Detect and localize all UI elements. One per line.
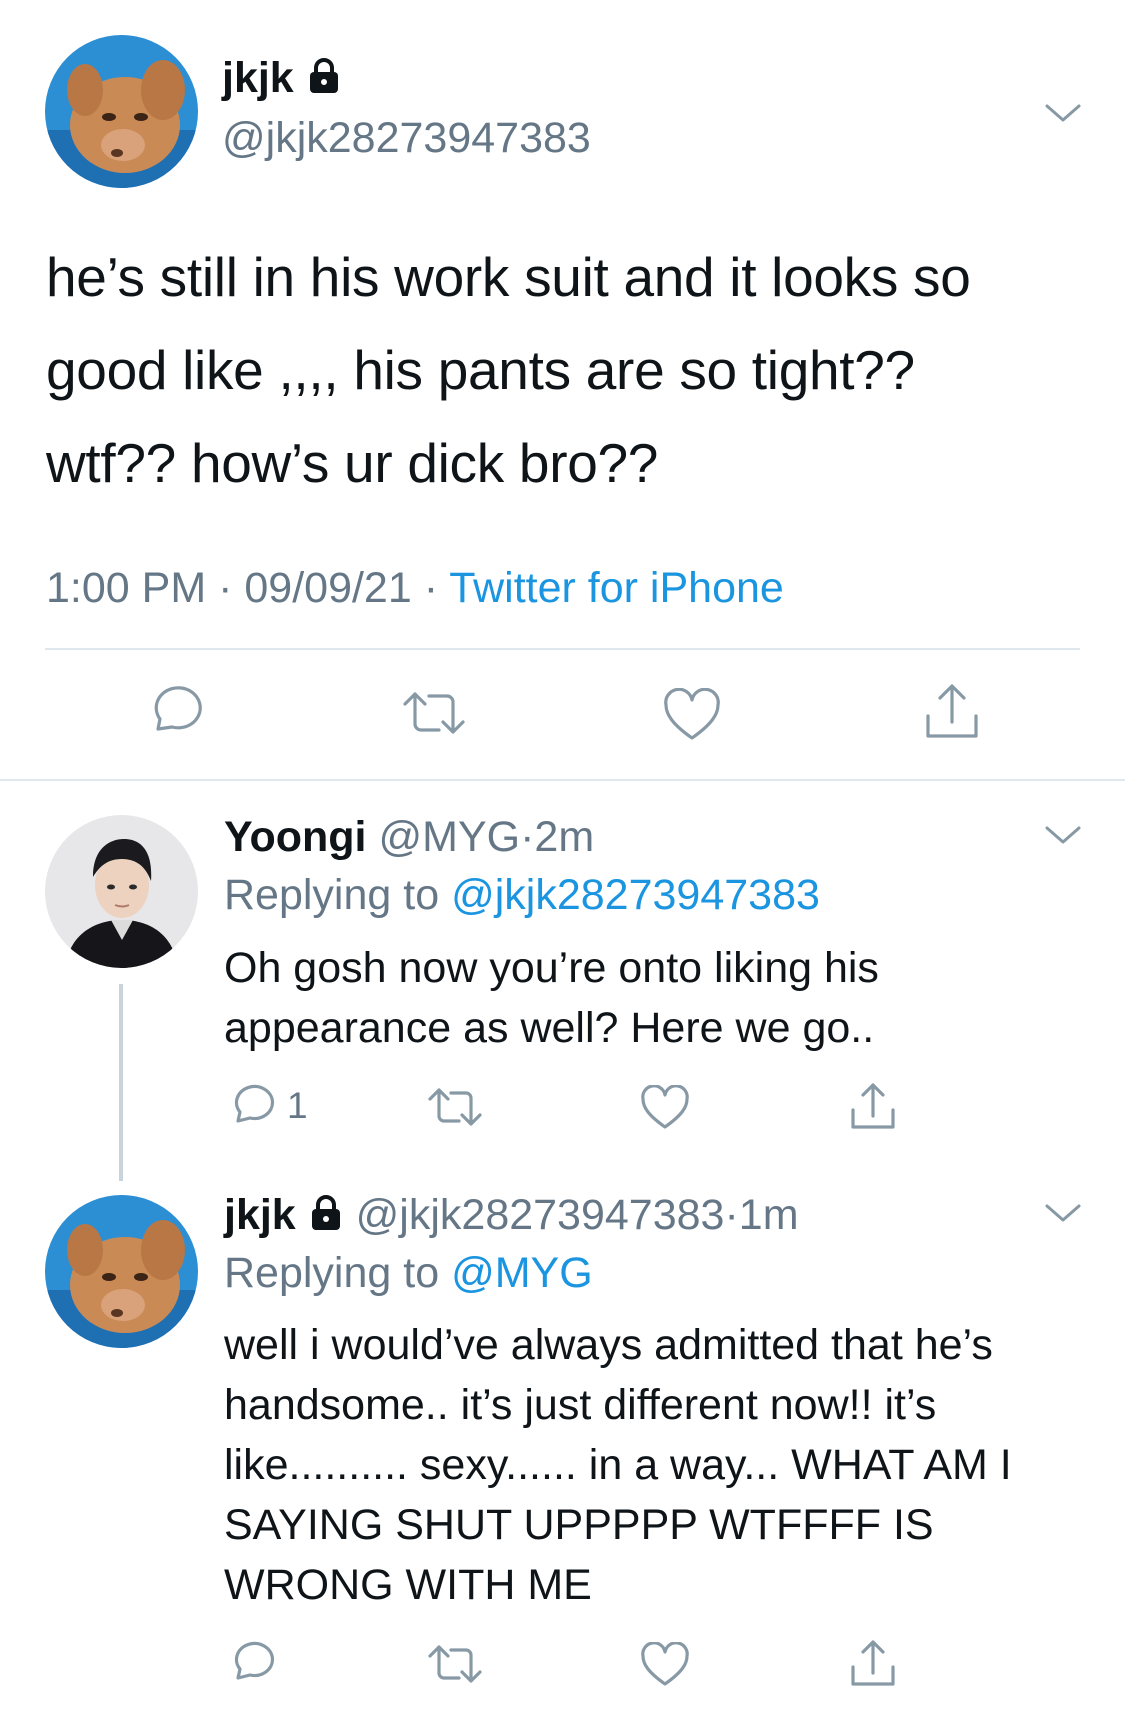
- replying-to-handle[interactable]: @jkjk28273947383: [451, 871, 820, 919]
- tweet-text-line: good like ,,,, his pants are so tight??: [46, 339, 915, 401]
- divider: [45, 648, 1080, 650]
- tweet-age: 2m: [534, 813, 595, 861]
- reply-button[interactable]: [144, 685, 204, 741]
- tweet-age: 1m: [738, 1191, 799, 1239]
- share-icon: [926, 684, 978, 738]
- meta-separator: ·: [218, 564, 233, 612]
- tweet-text-line: appearance as well? Here we go..: [224, 1004, 875, 1052]
- meta-separator: ·: [423, 564, 439, 612]
- more-options-button[interactable]: [1043, 1198, 1083, 1228]
- tweet-text-line: Oh gosh now you’re onto liking his: [224, 944, 879, 992]
- tweet-text-line: SAYING SHUT UPPPPP WTFFFF IS: [224, 1501, 934, 1549]
- thread-line: [119, 984, 123, 1181]
- tweet-text-line: well i would’ve always admitted that he’…: [224, 1321, 993, 1369]
- retweet-icon: [403, 692, 465, 734]
- like-button[interactable]: [639, 1641, 691, 1688]
- avatar[interactable]: [45, 815, 198, 968]
- tweet-text-line: like.......... sexy...... in a way... WH…: [224, 1441, 1012, 1489]
- reply-icon: [234, 1084, 275, 1123]
- chevron-down-icon: [1045, 1204, 1081, 1222]
- avatar[interactable]: [45, 1195, 198, 1348]
- tweet-text-line: he’s still in his work suit and it looks…: [46, 246, 971, 308]
- tweet-text: Oh gosh now you’re onto liking his appea…: [224, 938, 1104, 1058]
- share-icon: [851, 1083, 895, 1129]
- meta-separator: ·: [520, 813, 535, 861]
- tweet-source-link[interactable]: Twitter for iPhone: [449, 564, 784, 612]
- tweet-text-line: WRONG WITH ME: [224, 1561, 592, 1609]
- reply-button[interactable]: [227, 1640, 277, 1686]
- display-name[interactable]: jkjk: [222, 54, 294, 102]
- heart-icon: [641, 1641, 689, 1686]
- replying-to-handle[interactable]: @MYG: [451, 1249, 593, 1297]
- reply-icon: [154, 686, 202, 731]
- share-icon: [851, 1640, 895, 1686]
- lock-icon: [306, 55, 342, 107]
- share-button[interactable]: [922, 680, 982, 742]
- handle[interactable]: @jkjk28273947383: [356, 1191, 725, 1239]
- handle[interactable]: @jkjk28273947383: [222, 112, 591, 164]
- chevron-down-icon: [1045, 826, 1081, 844]
- section-divider: [0, 779, 1125, 781]
- share-button[interactable]: [848, 1637, 898, 1689]
- retweet-icon: [428, 1645, 482, 1683]
- replying-to-label: Replying to: [224, 1249, 452, 1297]
- reply-button[interactable]: 1: [227, 1083, 317, 1129]
- replying-to-label: Replying to: [224, 871, 452, 919]
- reply-header: Yoongi @MYG·2m: [224, 811, 594, 863]
- more-options-button[interactable]: [1043, 98, 1083, 128]
- retweet-button[interactable]: [425, 1085, 485, 1129]
- replying-to: Replying to @jkjk28273947383: [224, 869, 820, 921]
- replying-to: Replying to @MYG: [224, 1247, 593, 1299]
- chevron-down-icon: [1045, 104, 1081, 122]
- like-button[interactable]: [639, 1084, 691, 1131]
- display-name[interactable]: Yoongi: [224, 813, 367, 861]
- display-name[interactable]: jkjk: [224, 1191, 296, 1239]
- reply-icon: [234, 1641, 275, 1680]
- heart-icon: [664, 687, 720, 740]
- avatar[interactable]: [45, 35, 198, 188]
- retweet-icon: [428, 1088, 482, 1126]
- meta-separator: ·: [724, 1191, 739, 1239]
- retweet-button[interactable]: [425, 1642, 485, 1686]
- reply-header: jkjk @jkjk28273947383·1m: [224, 1189, 799, 1244]
- tweet-date: 09/09/21: [244, 564, 412, 612]
- tweet-time: 1:00 PM: [46, 564, 207, 612]
- heart-icon: [641, 1084, 689, 1129]
- reply-count: 1: [287, 1085, 308, 1126]
- handle[interactable]: @MYG: [378, 813, 520, 861]
- retweet-button[interactable]: [399, 688, 469, 738]
- lock-icon: [308, 1192, 344, 1244]
- more-options-button[interactable]: [1043, 820, 1083, 850]
- tweet-meta: 1:00 PM · 09/09/21 · Twitter for iPhone: [46, 562, 784, 614]
- tweet-text-line: wtf?? how’s ur dick bro??: [46, 432, 659, 494]
- share-button[interactable]: [848, 1080, 898, 1132]
- tweet-text: well i would’ve always admitted that he’…: [224, 1315, 1114, 1615]
- like-button[interactable]: [662, 687, 722, 742]
- tweet-text-line: handsome.. it’s just different now!! it’…: [224, 1381, 937, 1429]
- tweet-text: he’s still in his work suit and it looks…: [46, 231, 1106, 510]
